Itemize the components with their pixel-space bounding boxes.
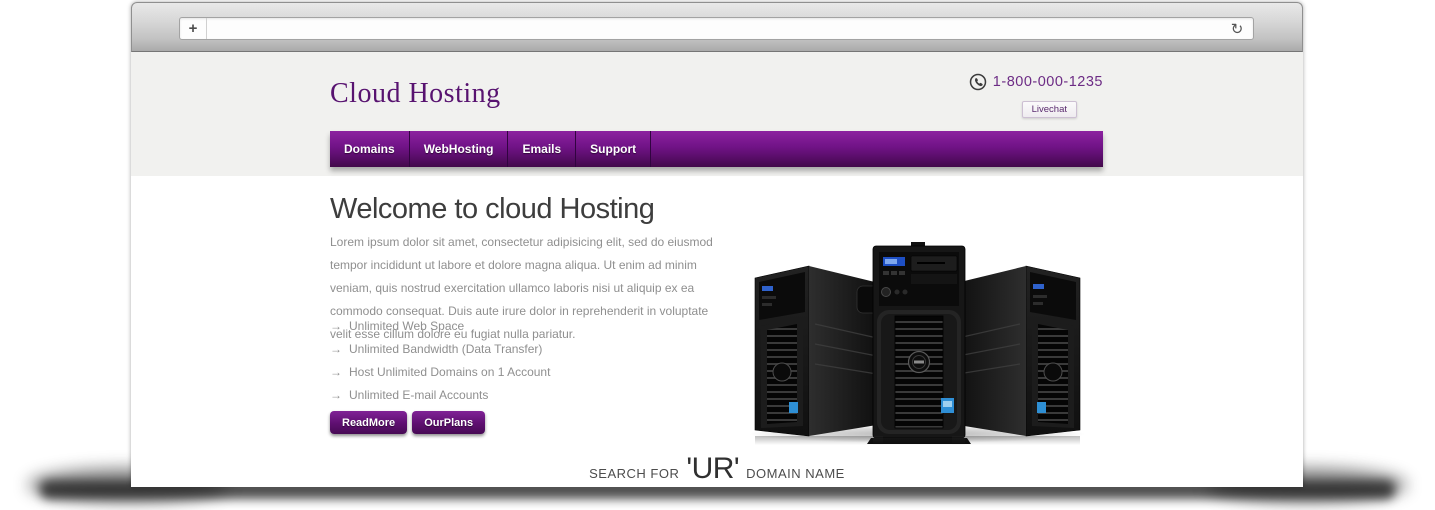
phone-icon xyxy=(969,73,987,91)
search-highlight: 'UR' xyxy=(686,452,739,486)
refresh-icon: ↻ xyxy=(1231,21,1244,38)
search-prefix: SEARCH FOR xyxy=(589,466,679,481)
feature-item: → Host Unlimited Domains on 1 Account xyxy=(330,361,550,384)
feature-label: Unlimited Bandwidth (Data Transfer) xyxy=(349,342,542,356)
phone-number: 1-800-000-1235 xyxy=(993,74,1103,90)
feature-item: → Unlimited Bandwidth (Data Transfer) xyxy=(330,338,550,361)
search-suffix: DOMAIN NAME xyxy=(746,466,845,481)
arrow-icon: → xyxy=(330,319,342,333)
nav-item-domains[interactable]: Domains xyxy=(330,131,410,167)
feature-item: → Unlimited E-mail Accounts xyxy=(330,384,550,407)
readmore-button[interactable]: ReadMore xyxy=(330,411,407,434)
arrow-icon: → xyxy=(330,365,342,379)
feature-label: Host Unlimited Domains on 1 Account xyxy=(349,365,550,379)
phone-contact[interactable]: 1-800-000-1235 xyxy=(969,73,1103,91)
arrow-icon: → xyxy=(330,388,342,402)
feature-item: → Unlimited Web Space xyxy=(330,315,550,338)
feature-label: Unlimited Web Space xyxy=(349,319,464,333)
nav-item-webhosting[interactable]: WebHosting xyxy=(410,131,509,167)
servers-image xyxy=(745,240,1090,445)
page-content: Cloud Hosting 1-800-000-1235 Livechat Do… xyxy=(131,52,1303,487)
plus-icon: + xyxy=(189,20,198,37)
features-list: → Unlimited Web Space → Unlimited Bandwidt… xyxy=(330,315,550,407)
nav-item-support[interactable]: Support xyxy=(576,131,651,167)
site-logo[interactable]: Cloud Hosting xyxy=(330,78,501,110)
main-nav: Domains WebHosting Emails Support xyxy=(330,131,1103,167)
url-bar[interactable]: + ↻ xyxy=(179,17,1254,40)
feature-label: Unlimited E-mail Accounts xyxy=(349,388,488,402)
url-input[interactable] xyxy=(207,18,1221,39)
domain-search-caption: SEARCH FOR 'UR' DOMAIN NAME xyxy=(131,452,1303,486)
ourplans-button[interactable]: OurPlans xyxy=(412,411,485,434)
cta-buttons: ReadMore OurPlans xyxy=(330,411,485,434)
page-heading: Welcome to cloud Hosting xyxy=(330,193,654,226)
livechat-button[interactable]: Livechat xyxy=(1022,101,1077,118)
refresh-button[interactable]: ↻ xyxy=(1221,20,1253,38)
nav-item-emails[interactable]: Emails xyxy=(508,131,576,167)
new-tab-button[interactable]: + xyxy=(180,18,207,39)
browser-window: + ↻ Cloud Hosting 1-800-000-1235 Livecha… xyxy=(131,2,1303,487)
browser-toolbar: + ↻ xyxy=(131,2,1303,52)
arrow-icon: → xyxy=(330,342,342,356)
